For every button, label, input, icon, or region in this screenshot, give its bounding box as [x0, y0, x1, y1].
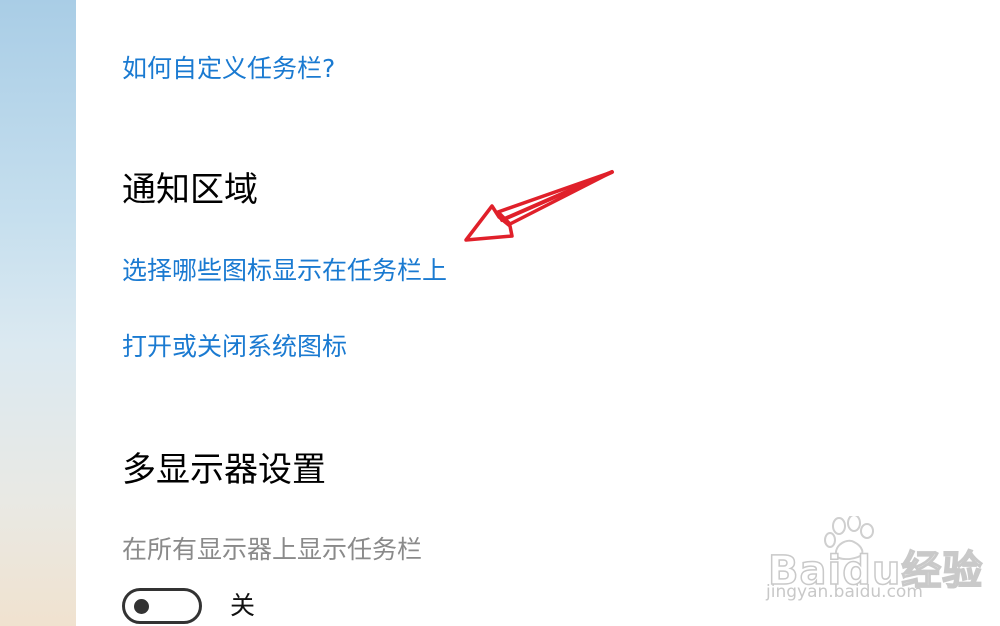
taskbar-settings-page: 如何自定义任务栏? 通知区域 选择哪些图标显示在任务栏上 打开或关闭系统图标 多…	[0, 0, 1000, 626]
baidu-jingyan-watermark: Baidu经验 jingyan.baidu.com	[764, 516, 983, 608]
watermark-site: jingyan.baidu.com	[766, 582, 923, 602]
